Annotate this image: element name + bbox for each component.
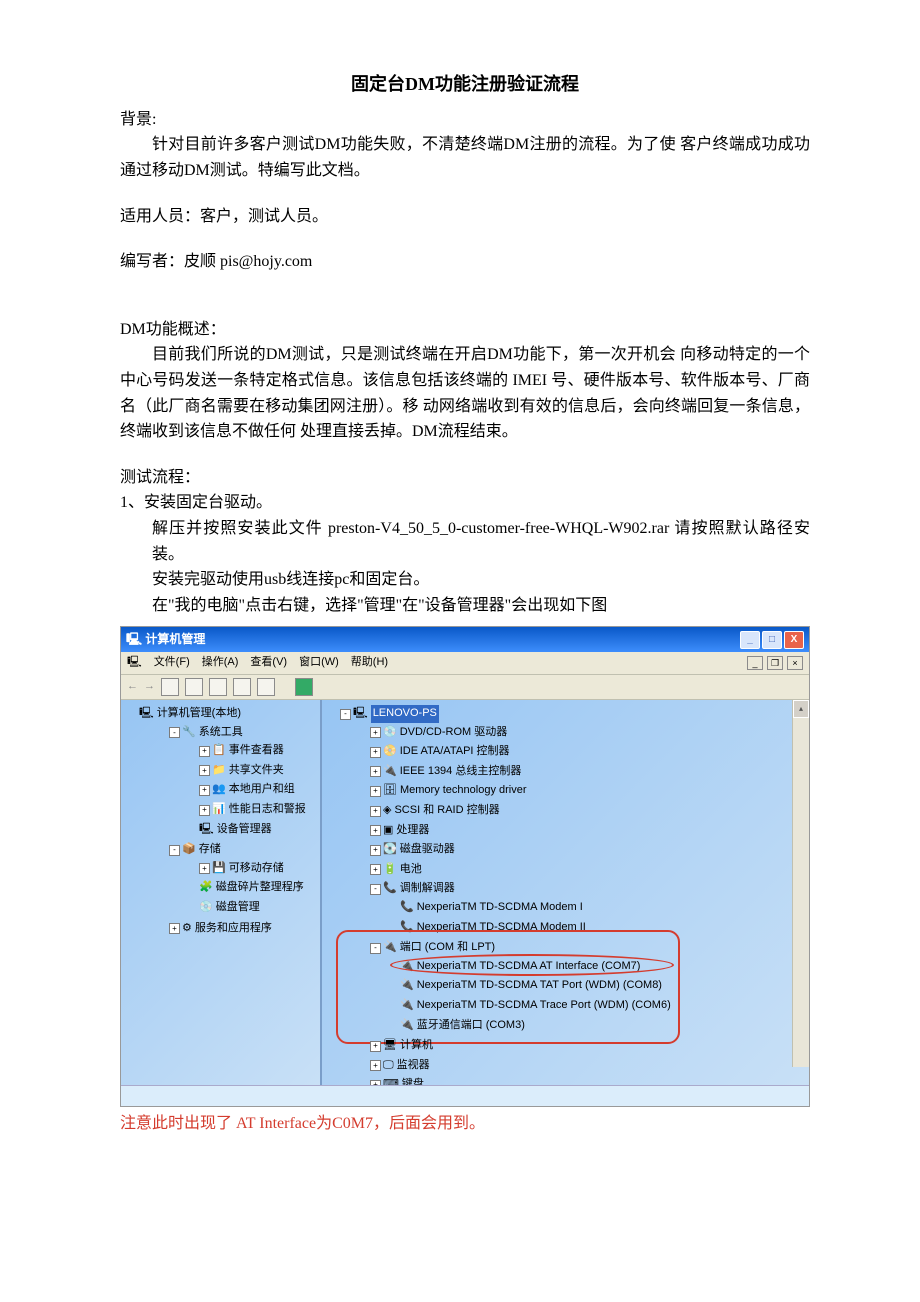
device-scsi[interactable]: ◈ SCSI 和 RAID 控制器 bbox=[383, 802, 500, 820]
mdi-restore-button[interactable]: ❐ bbox=[767, 656, 783, 670]
device-keyboard[interactable]: ⌨ 键盘 bbox=[383, 1076, 424, 1085]
background-label: 背景: bbox=[120, 107, 810, 133]
left-tree-pane: 🖳 计算机管理(本地) -🔧 系统工具 +📋 事件查看器 +📁 共享文件夹 +👥… bbox=[121, 700, 322, 1085]
tree-removable[interactable]: 💾 可移动存储 bbox=[212, 860, 284, 878]
step1-line3: 在"我的电脑"点击右键，选择"管理"在"设备管理器"会出现如下图 bbox=[120, 593, 810, 619]
device-port-trace[interactable]: 🔌 NexperiaTM TD-SCDMA Trace Port (WDM) (… bbox=[400, 997, 671, 1015]
background-text: 针对目前许多客户测试DM功能失败，不清楚终端DM注册的流程。为了使 客户终端成功… bbox=[120, 132, 810, 183]
tree-system-tools[interactable]: 🔧 系统工具 bbox=[182, 724, 243, 742]
step1-line1: 解压并按照安装此文件 preston-V4_50_5_0-customer-fr… bbox=[120, 516, 810, 567]
print-icon[interactable] bbox=[209, 678, 227, 696]
mdi-close-button[interactable]: × bbox=[787, 656, 803, 670]
device-cpu[interactable]: ▣ 处理器 bbox=[383, 822, 429, 840]
tree-shared-folders[interactable]: 📁 共享文件夹 bbox=[212, 762, 284, 780]
menu-help[interactable]: 帮助(H) bbox=[351, 654, 388, 672]
device-modem-1[interactable]: 📞 NexperiaTM TD-SCDMA Modem I bbox=[400, 899, 583, 917]
tree-services[interactable]: ⚙ 服务和应用程序 bbox=[182, 920, 272, 938]
toolbar: ← → bbox=[121, 675, 809, 700]
device-ports[interactable]: 🔌 端口 (COM 和 LPT) bbox=[383, 939, 495, 957]
device-disk[interactable]: 💽 磁盘驱动器 bbox=[383, 841, 455, 859]
console-icon: 🖳 bbox=[127, 654, 142, 672]
collapse-icon[interactable]: - bbox=[169, 727, 180, 738]
app-icon: 🖳 bbox=[126, 632, 145, 646]
minimize-button[interactable]: _ bbox=[740, 631, 760, 649]
forward-icon[interactable]: → bbox=[144, 678, 155, 696]
device-memory[interactable]: 🗄 Memory technology driver bbox=[383, 782, 527, 800]
overview-label: DM功能概述： bbox=[120, 317, 810, 343]
tree-device-manager[interactable]: 🖳 设备管理器 bbox=[199, 821, 272, 839]
step1-line2: 安装完驱动使用usb线连接pc和固定台。 bbox=[120, 567, 810, 593]
statusbar bbox=[121, 1085, 809, 1106]
device-root[interactable]: 🖳 LENOVO-PS bbox=[353, 705, 439, 723]
tree-defrag[interactable]: 🧩 磁盘碎片整理程序 bbox=[199, 879, 304, 897]
device-ide[interactable]: 📀 IDE ATA/ATAPI 控制器 bbox=[383, 743, 510, 761]
device-dvd[interactable]: 💿 DVD/CD-ROM 驱动器 bbox=[383, 724, 507, 742]
expand-icon[interactable]: + bbox=[199, 746, 210, 757]
right-tree-pane: ▴ -🖳 LENOVO-PS +💿 DVD/CD-ROM 驱动器 +📀 IDE … bbox=[322, 700, 809, 1085]
refresh-icon[interactable] bbox=[233, 678, 251, 696]
menubar: 🖳 文件(F) 操作(A) 查看(V) 窗口(W) 帮助(H) _ ❐ × bbox=[121, 652, 809, 675]
maximize-button[interactable]: □ bbox=[762, 631, 782, 649]
screenshot-computer-management: 🖳 计算机管理 _ □ X 🖳 文件(F) 操作(A) 查看(V) 窗口(W) … bbox=[120, 626, 810, 1107]
expand-icon[interactable]: + bbox=[169, 923, 180, 934]
note-text: 注意此时出现了 AT Interface为C0M7，后面会用到。 bbox=[120, 1111, 810, 1137]
menu-action[interactable]: 操作(A) bbox=[202, 654, 239, 672]
up-icon[interactable] bbox=[161, 678, 179, 696]
expand-icon[interactable]: + bbox=[199, 863, 210, 874]
collapse-icon[interactable]: - bbox=[169, 845, 180, 856]
properties-icon[interactable] bbox=[185, 678, 203, 696]
window-titlebar[interactable]: 🖳 计算机管理 _ □ X bbox=[121, 627, 809, 652]
tree-local-users[interactable]: 👥 本地用户和组 bbox=[212, 781, 295, 799]
process-label: 测试流程： bbox=[120, 465, 810, 491]
menu-file[interactable]: 文件(F) bbox=[154, 654, 190, 672]
close-button[interactable]: X bbox=[784, 631, 804, 649]
tree-root-local[interactable]: 🖳 计算机管理(本地) bbox=[139, 705, 241, 723]
device-port-bluetooth[interactable]: 🔌 蓝牙通信端口 (COM3) bbox=[400, 1017, 525, 1035]
device-battery[interactable]: 🔋 电池 bbox=[383, 861, 422, 879]
tree-disk-mgmt[interactable]: 💿 磁盘管理 bbox=[199, 899, 260, 917]
collapse-icon[interactable]: - bbox=[340, 709, 351, 720]
export-icon[interactable] bbox=[257, 678, 275, 696]
expand-icon[interactable]: + bbox=[199, 765, 210, 776]
device-modem-2[interactable]: 📞 NexperiaTM TD-SCDMA Modem II bbox=[400, 919, 586, 937]
mdi-minimize-button[interactable]: _ bbox=[747, 656, 763, 670]
back-icon[interactable]: ← bbox=[127, 678, 138, 696]
page-title: 固定台DM功能注册验证流程 bbox=[120, 70, 810, 99]
author-text: 编写者：皮顺 pis@hojy.com bbox=[120, 249, 810, 275]
device-port-at-interface[interactable]: 🔌 NexperiaTM TD-SCDMA AT Interface (COM7… bbox=[400, 958, 640, 976]
expand-icon[interactable]: + bbox=[199, 805, 210, 816]
scan-icon[interactable] bbox=[295, 678, 313, 696]
device-monitor[interactable]: 🖵 监视器 bbox=[383, 1057, 430, 1075]
device-port-tat[interactable]: 🔌 NexperiaTM TD-SCDMA TAT Port (WDM) (CO… bbox=[400, 977, 662, 995]
menu-view[interactable]: 查看(V) bbox=[250, 654, 287, 672]
expand-icon[interactable]: + bbox=[199, 785, 210, 796]
tree-perf-logs[interactable]: 📊 性能日志和警报 bbox=[212, 801, 306, 819]
device-modems[interactable]: 📞 调制解调器 bbox=[383, 880, 455, 898]
tree-event-viewer[interactable]: 📋 事件查看器 bbox=[212, 742, 284, 760]
window-title: 🖳 计算机管理 bbox=[126, 630, 205, 649]
overview-text: 目前我们所说的DM测试，只是测试终端在开启DM功能下，第一次开机会 向移动特定的… bbox=[120, 342, 810, 444]
device-ieee1394[interactable]: 🔌 IEEE 1394 总线主控制器 bbox=[383, 763, 521, 781]
tree-storage[interactable]: 📦 存储 bbox=[182, 841, 221, 859]
step1-number: 1、安装固定台驱动。 bbox=[120, 490, 810, 516]
document-page: 固定台DM功能注册验证流程 背景: 针对目前许多客户测试DM功能失败，不清楚终端… bbox=[0, 0, 920, 1302]
applicable-text: 适用人员：客户，测试人员。 bbox=[120, 204, 810, 230]
menu-window[interactable]: 窗口(W) bbox=[299, 654, 339, 672]
device-computer[interactable]: 🖥 计算机 bbox=[383, 1037, 433, 1055]
